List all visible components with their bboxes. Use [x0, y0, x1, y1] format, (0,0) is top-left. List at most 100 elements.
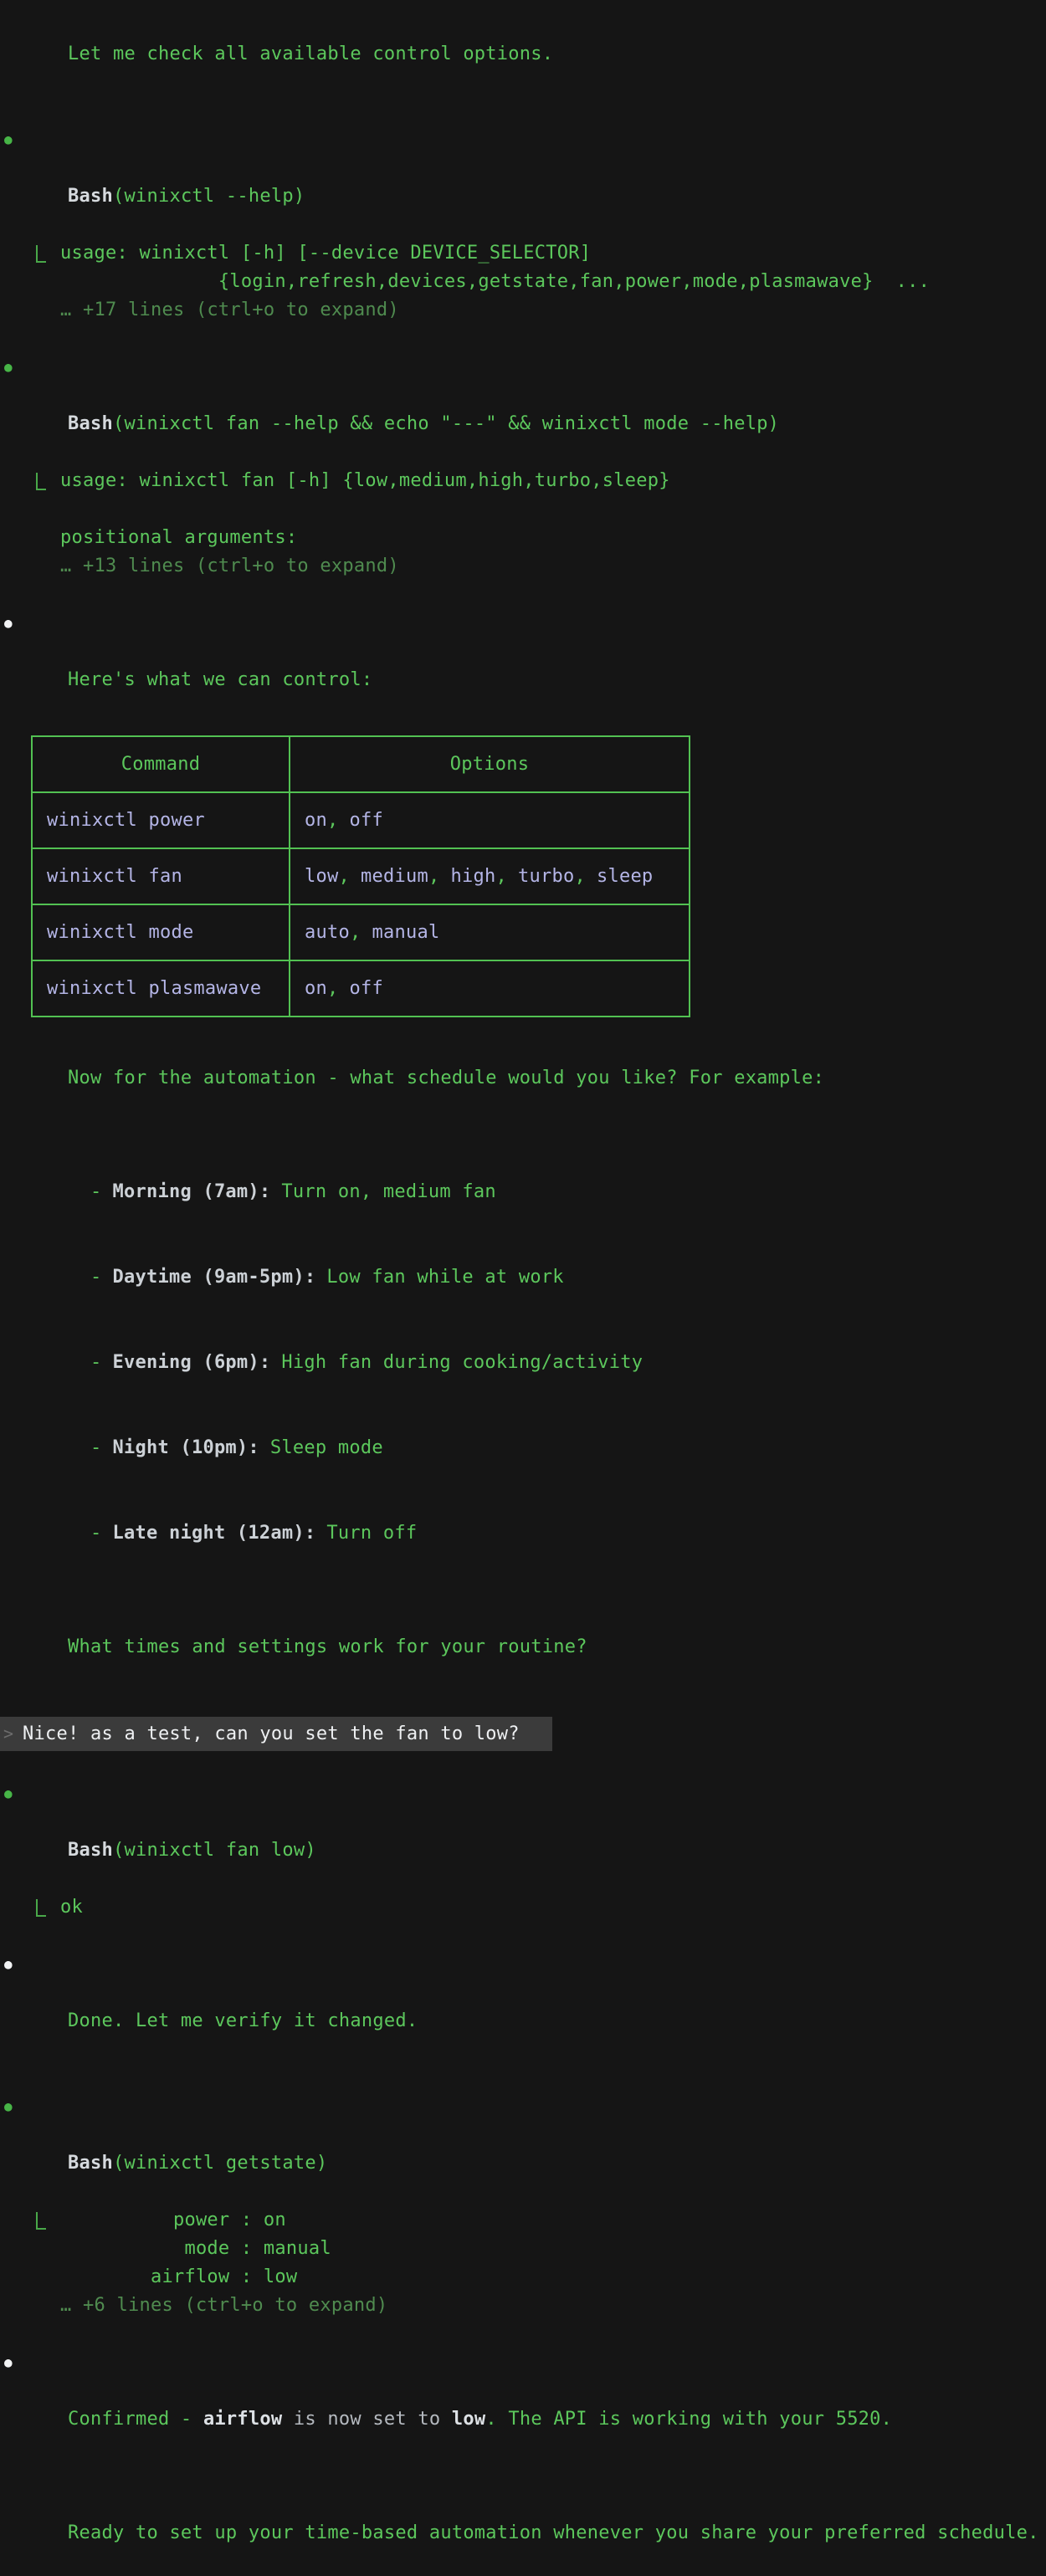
- schedule-item-label: Night (10pm):: [112, 1437, 259, 1458]
- bash-output-text: ok: [0, 1893, 1046, 1922]
- table-row: winixctl plasmawave on,off: [32, 960, 690, 1017]
- bash-command: (winixctl fan low): [113, 1840, 316, 1861]
- schedule-item-label: Late night (12am):: [112, 1523, 315, 1544]
- tool-output: power : on mode : manual airflow : low ……: [0, 2206, 1046, 2320]
- option-value: off: [350, 978, 384, 999]
- option-value: on: [305, 810, 327, 831]
- tool-output: usage: winixctl fan [-h] {low,medium,hig…: [0, 467, 1046, 581]
- tool-bullet-icon: ●: [4, 353, 13, 382]
- message-bullet-icon: ●: [4, 1950, 13, 1979]
- output-elbow-icon: [36, 245, 46, 263]
- option-value: turbo: [518, 866, 574, 887]
- output-elbow-icon: [36, 473, 46, 490]
- assistant-message-done: ● Done. Let me verify it changed.: [0, 1950, 1046, 2064]
- schedule-item: -Late night (12am):Turn off: [0, 1491, 1046, 1576]
- table-row: winixctl mode auto, manual: [32, 904, 690, 960]
- assistant-message-ready: Ready to set up your time-based automati…: [0, 2491, 1046, 2576]
- tool-bullet-icon: ●: [4, 1780, 13, 1808]
- comma-separator: ,: [574, 866, 586, 887]
- comma-separator: ,: [428, 866, 440, 887]
- message-bullet-icon: ●: [4, 2348, 13, 2377]
- option-value: manual: [372, 922, 439, 943]
- assistant-message-automation: Now for the automation - what schedule w…: [0, 1036, 1046, 1121]
- options-cell: on,off: [290, 960, 690, 1017]
- assistant-message-confirmed: ● Confirmed - airflow is now set to low.…: [0, 2348, 1046, 2462]
- schedule-item-desc: Sleep mode: [270, 1437, 383, 1458]
- table-row: winixctl fan low,medium,high,turbo,sleep: [32, 848, 690, 904]
- schedule-item: -Night (10pm): Sleep mode: [0, 1406, 1046, 1491]
- output-elbow-icon: [36, 2212, 46, 2230]
- user-message: > Nice! as a test, can you set the fan t…: [0, 1717, 552, 1751]
- bash-output-text: usage: winixctl [-h] [--device DEVICE_SE…: [0, 239, 1046, 296]
- command-cell: winixctl power: [32, 792, 290, 848]
- schedule-item-label: Morning (7am):: [112, 1181, 270, 1202]
- expand-hint[interactable]: … +17 lines (ctrl+o to expand): [0, 296, 1046, 325]
- option-value: medium: [361, 866, 428, 887]
- expand-hint[interactable]: … +13 lines (ctrl+o to expand): [0, 552, 1046, 581]
- output-elbow-icon: [36, 1899, 46, 1917]
- assistant-text: Ready to set up your time-based automati…: [68, 2522, 1039, 2543]
- command-cell: winixctl mode: [32, 904, 290, 960]
- expand-hint[interactable]: … +6 lines (ctrl+o to expand): [0, 2292, 1046, 2320]
- assistant-text: Done. Let me verify it changed.: [68, 2010, 418, 2031]
- bash-output-text: usage: winixctl fan [-h] {low,medium,hig…: [0, 467, 1046, 552]
- comma-separator: ,: [495, 866, 507, 887]
- prompt-chevron-icon: >: [3, 1717, 13, 1751]
- option-value: sleep: [597, 866, 653, 887]
- assistant-text: Now for the automation - what schedule w…: [68, 1068, 824, 1088]
- confirmed-suffix: . The API is working with your 5520.: [485, 2409, 892, 2430]
- message-bullet-icon: ●: [4, 609, 13, 638]
- options-cell: low,medium,high,turbo,sleep: [290, 848, 690, 904]
- command-cell: winixctl fan: [32, 848, 290, 904]
- schedule-item-label: Daytime (9am-5pm):: [112, 1267, 315, 1288]
- confirmed-prefix: Confirmed -: [68, 2409, 203, 2430]
- comma-separator: ,: [339, 866, 351, 887]
- schedule-item: -Morning (7am):Turn on, medium fan: [0, 1150, 1046, 1235]
- tool-call-bash-getstate: ● Bash(winixctl getstate): [0, 2092, 1046, 2206]
- comma-separator: ,: [327, 810, 339, 831]
- comma-separator: ,: [350, 922, 361, 943]
- options-cell: auto, manual: [290, 904, 690, 960]
- list-dash: -: [90, 1523, 102, 1544]
- schedule-item: -Evening (6pm): High fan during cooking/a…: [0, 1320, 1046, 1406]
- bash-tool-label: Bash: [68, 186, 113, 207]
- confirmed-code-airflow: airflow: [203, 2409, 282, 2430]
- table-header-row: Command Options: [32, 736, 690, 792]
- command-cell: winixctl plasmawave: [32, 960, 290, 1017]
- assistant-message-question: What times and settings work for your ro…: [0, 1605, 1046, 1690]
- option-value: low: [305, 866, 339, 887]
- tool-bullet-icon: ●: [4, 125, 13, 154]
- table-header-command: Command: [32, 736, 290, 792]
- tool-call-bash-help: ● Bash(winixctl --help): [0, 125, 1046, 239]
- list-dash: -: [90, 1267, 102, 1288]
- bash-output-text: power : on mode : manual airflow : low: [0, 2206, 1046, 2292]
- control-options-table: Command Options winixctl power on, off wi…: [31, 735, 690, 1017]
- assistant-text: Let me check all available control optio…: [68, 44, 553, 64]
- tool-call-bash-fan-low: ● Bash(winixctl fan low): [0, 1780, 1046, 1893]
- assistant-text: Here's what we can control:: [68, 669, 372, 690]
- schedule-item-label: Evening (6pm):: [112, 1352, 270, 1373]
- assistant-message-intro: Let me check all available control optio…: [0, 12, 1046, 97]
- assistant-text: What times and settings work for your ro…: [68, 1636, 587, 1657]
- tool-bullet-icon: ●: [4, 2092, 13, 2121]
- option-value: auto: [305, 922, 350, 943]
- confirmed-code-low: low: [452, 2409, 486, 2430]
- bash-command: (winixctl --help): [113, 186, 305, 207]
- option-value: off: [350, 810, 384, 831]
- bash-command: (winixctl fan --help && echo "---" && wi…: [113, 413, 779, 434]
- option-value: high: [450, 866, 495, 887]
- user-message-text: Nice! as a test, can you set the fan to …: [23, 1720, 520, 1749]
- bash-tool-label: Bash: [68, 413, 113, 434]
- comma-separator: ,: [327, 978, 339, 999]
- terminal-transcript: Let me check all available control optio…: [0, 0, 1046, 2576]
- schedule-item-desc: High fan during cooking/activity: [281, 1352, 643, 1373]
- list-dash: -: [90, 1352, 102, 1373]
- schedule-item: -Daytime (9am-5pm): Low fan while at work: [0, 1235, 1046, 1320]
- list-dash: -: [90, 1437, 102, 1458]
- schedule-item-desc: Low fan while at work: [326, 1267, 563, 1288]
- list-dash: -: [90, 1181, 102, 1202]
- bash-tool-label: Bash: [68, 2153, 113, 2174]
- tool-output: ok: [0, 1893, 1046, 1922]
- bash-command: (winixctl getstate): [113, 2153, 327, 2174]
- confirmed-middle: is now set to: [282, 2409, 451, 2430]
